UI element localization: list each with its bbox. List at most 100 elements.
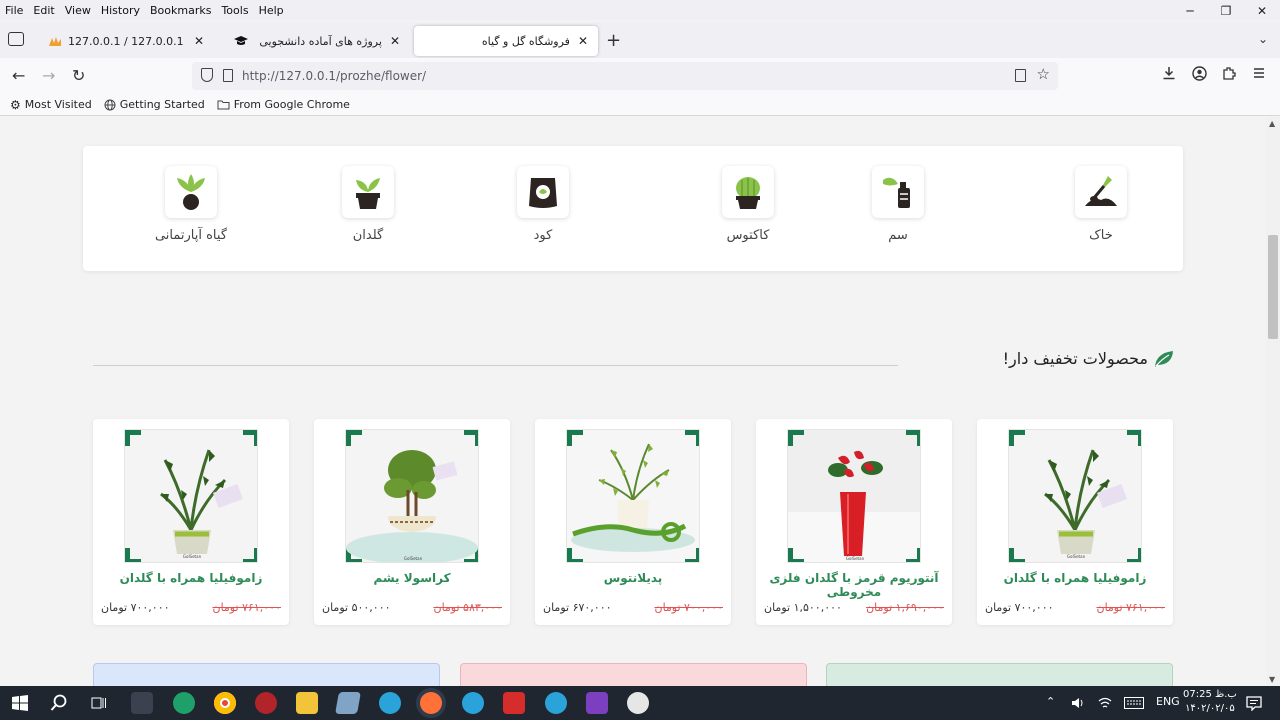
keyboard-icon[interactable] [1124,697,1144,709]
menu-bookmarks[interactable]: Bookmarks [145,4,216,17]
category-pesticide[interactable]: سم [838,166,958,243]
category-cactus[interactable]: کاکتوس [688,166,808,243]
bookmark-star-icon[interactable]: ☆ [1037,65,1050,83]
product-name[interactable]: پدیلانتوس [535,571,731,585]
close-window-button[interactable]: ✕ [1244,0,1280,22]
tab-flower-shop[interactable]: فروشگاه گل و گیاه ✕ [414,26,598,56]
url-text[interactable]: http://127.0.0.1/prozhe/flower/ [242,69,426,83]
bookmark-most-visited[interactable]: ⚙ Most Visited [10,98,92,112]
banner-green[interactable] [826,663,1173,686]
task-view-icon[interactable] [91,695,107,711]
back-button[interactable]: ← [12,66,25,85]
bookmark-getting-started[interactable]: Getting Started [104,98,205,111]
forward-button[interactable]: → [42,66,55,85]
product-name[interactable]: زاموفیلیا همراه با گلدان [977,571,1173,585]
tab-title: 127.0.0.1 / 127.0.0.1 / kafemobile [68,34,186,48]
scroll-up-icon[interactable]: ▲ [1269,119,1275,128]
product-card[interactable]: GolSetan کراسولا یشم ۵۸۳,۰۰۰ تومان ۵۰۰,۰… [314,419,510,625]
bookmarks-toolbar: ⚙ Most Visited Getting Started From Goog… [0,94,1280,116]
bookmark-from-google-chrome[interactable]: From Google Chrome [217,98,350,111]
search-icon[interactable] [50,694,68,712]
category-soil[interactable]: خاک [1041,166,1161,243]
tray-chevron-icon[interactable]: ⌃ [1046,695,1055,708]
folder-icon [217,100,230,110]
account-icon[interactable] [1192,66,1207,81]
product-image[interactable]: GolSetan [787,429,921,563]
telegram-icon[interactable] [545,692,567,714]
opera-icon[interactable] [255,692,277,714]
product-card[interactable]: GolSetan زاموفیلیا همراه با گلدان ۷۶۱,۰۰… [93,419,289,625]
category-label: کود [533,228,553,243]
page-info-icon[interactable] [223,69,233,82]
bookmark-label: From Google Chrome [233,98,350,111]
menu-tools[interactable]: Tools [216,4,253,17]
product-card[interactable]: پدیلانتوس ۷۰۰,۰۰۰ تومان ۶۷۰,۰۰۰ تومان [535,419,731,625]
reload-button[interactable]: ↻ [72,66,85,85]
product-image[interactable]: GolSetan [1008,429,1142,563]
telegram-icon[interactable] [379,692,401,714]
tab-phpmyadmin[interactable]: 127.0.0.1 / 127.0.0.1 / kafemobile ✕ [38,26,214,56]
category-pot[interactable]: گلدان [308,166,428,243]
reader-view-icon[interactable] [1015,69,1026,82]
chrome-icon[interactable] [214,692,236,714]
telegram-icon[interactable] [462,692,484,714]
extensions-icon[interactable] [1222,66,1236,80]
notes-icon[interactable] [335,692,361,714]
list-all-tabs-icon[interactable]: ⌄ [1258,32,1268,46]
address-bar[interactable]: http://127.0.0.1/prozhe/flower/ ☆ [192,62,1058,90]
psiphon-icon[interactable] [627,692,649,714]
shield-icon[interactable] [201,68,213,82]
zamioculcas-plant-image: GolSetan [1009,430,1141,562]
notifications-icon[interactable] [1246,695,1262,711]
navigation-bar: ← → ↻ http://127.0.0.1/prozhe/flower/ ☆ [0,58,1280,94]
product-old-price: ۷۶۱,۰۰۰ تومان [1096,601,1165,614]
product-name[interactable]: آنتوریوم قرمز با گلدان فلزی مخروطی [756,571,952,599]
category-house-plant[interactable]: گیاه آپارتمانی [131,166,251,243]
banner-blue[interactable] [93,663,440,686]
scroll-down-icon[interactable]: ▼ [1269,675,1275,684]
minimize-button[interactable]: ─ [1172,0,1208,22]
windows-start-icon[interactable] [12,695,28,711]
close-tab-icon[interactable]: ✕ [390,34,400,48]
menu-file[interactable]: File [0,4,28,17]
store-icon[interactable] [131,692,153,714]
product-price: ۱,۵۰۰,۰۰۰ تومان [764,601,842,614]
speaker-icon[interactable] [1071,696,1085,710]
wifi-icon[interactable] [1098,696,1112,710]
page-scrollbar[interactable]: ▲ ▼ [1266,117,1280,686]
product-image[interactable]: GolSetan [345,429,479,563]
menu-help[interactable]: Help [254,4,289,17]
banner-pink[interactable] [460,663,807,686]
phpstorm-icon[interactable] [586,692,608,714]
product-card[interactable]: GolSetan زاموفیلیا همراه با گلدان ۷۶۱,۰۰… [977,419,1173,625]
menu-history[interactable]: History [96,4,145,17]
product-card[interactable]: GolSetan آنتوریوم قرمز با گلدان فلزی مخر… [756,419,952,625]
hamburger-menu-icon[interactable] [1252,66,1266,80]
category-icon-box [722,166,774,218]
close-tab-icon[interactable]: ✕ [578,34,588,48]
product-name[interactable]: زاموفیلیا همراه با گلدان [93,571,289,585]
restore-button[interactable]: ❐ [1208,0,1244,22]
scrollbar-thumb[interactable] [1268,235,1278,339]
product-image[interactable] [566,429,700,563]
tab-student-projects[interactable]: پروژه های آماده دانشجویی ✕ [224,26,410,56]
acrobat-icon[interactable] [503,692,525,714]
phpmyadmin-icon [49,37,61,46]
system-clock[interactable]: 07:25 ب.ظ ۱۴۰۲/۰۲/۰۵ [1183,688,1237,716]
downloads-icon[interactable] [1162,66,1176,80]
new-tab-button[interactable]: + [606,30,621,51]
category-icon-box [517,166,569,218]
edge-icon[interactable] [173,692,195,714]
product-name[interactable]: کراسولا یشم [314,571,510,585]
category-fertilizer[interactable]: کود [483,166,603,243]
tab-list-icon[interactable] [8,32,24,46]
zamioculcas-plant-image: GolSetan [125,430,257,562]
menu-view[interactable]: View [60,4,96,17]
spray-icon [883,177,910,208]
product-image[interactable]: GolSetan [124,429,258,563]
file-explorer-icon[interactable] [296,692,318,714]
menu-edit[interactable]: Edit [28,4,59,17]
close-tab-icon[interactable]: ✕ [194,34,204,48]
language-indicator[interactable]: ENG [1156,695,1180,708]
firefox-icon[interactable] [420,692,442,714]
